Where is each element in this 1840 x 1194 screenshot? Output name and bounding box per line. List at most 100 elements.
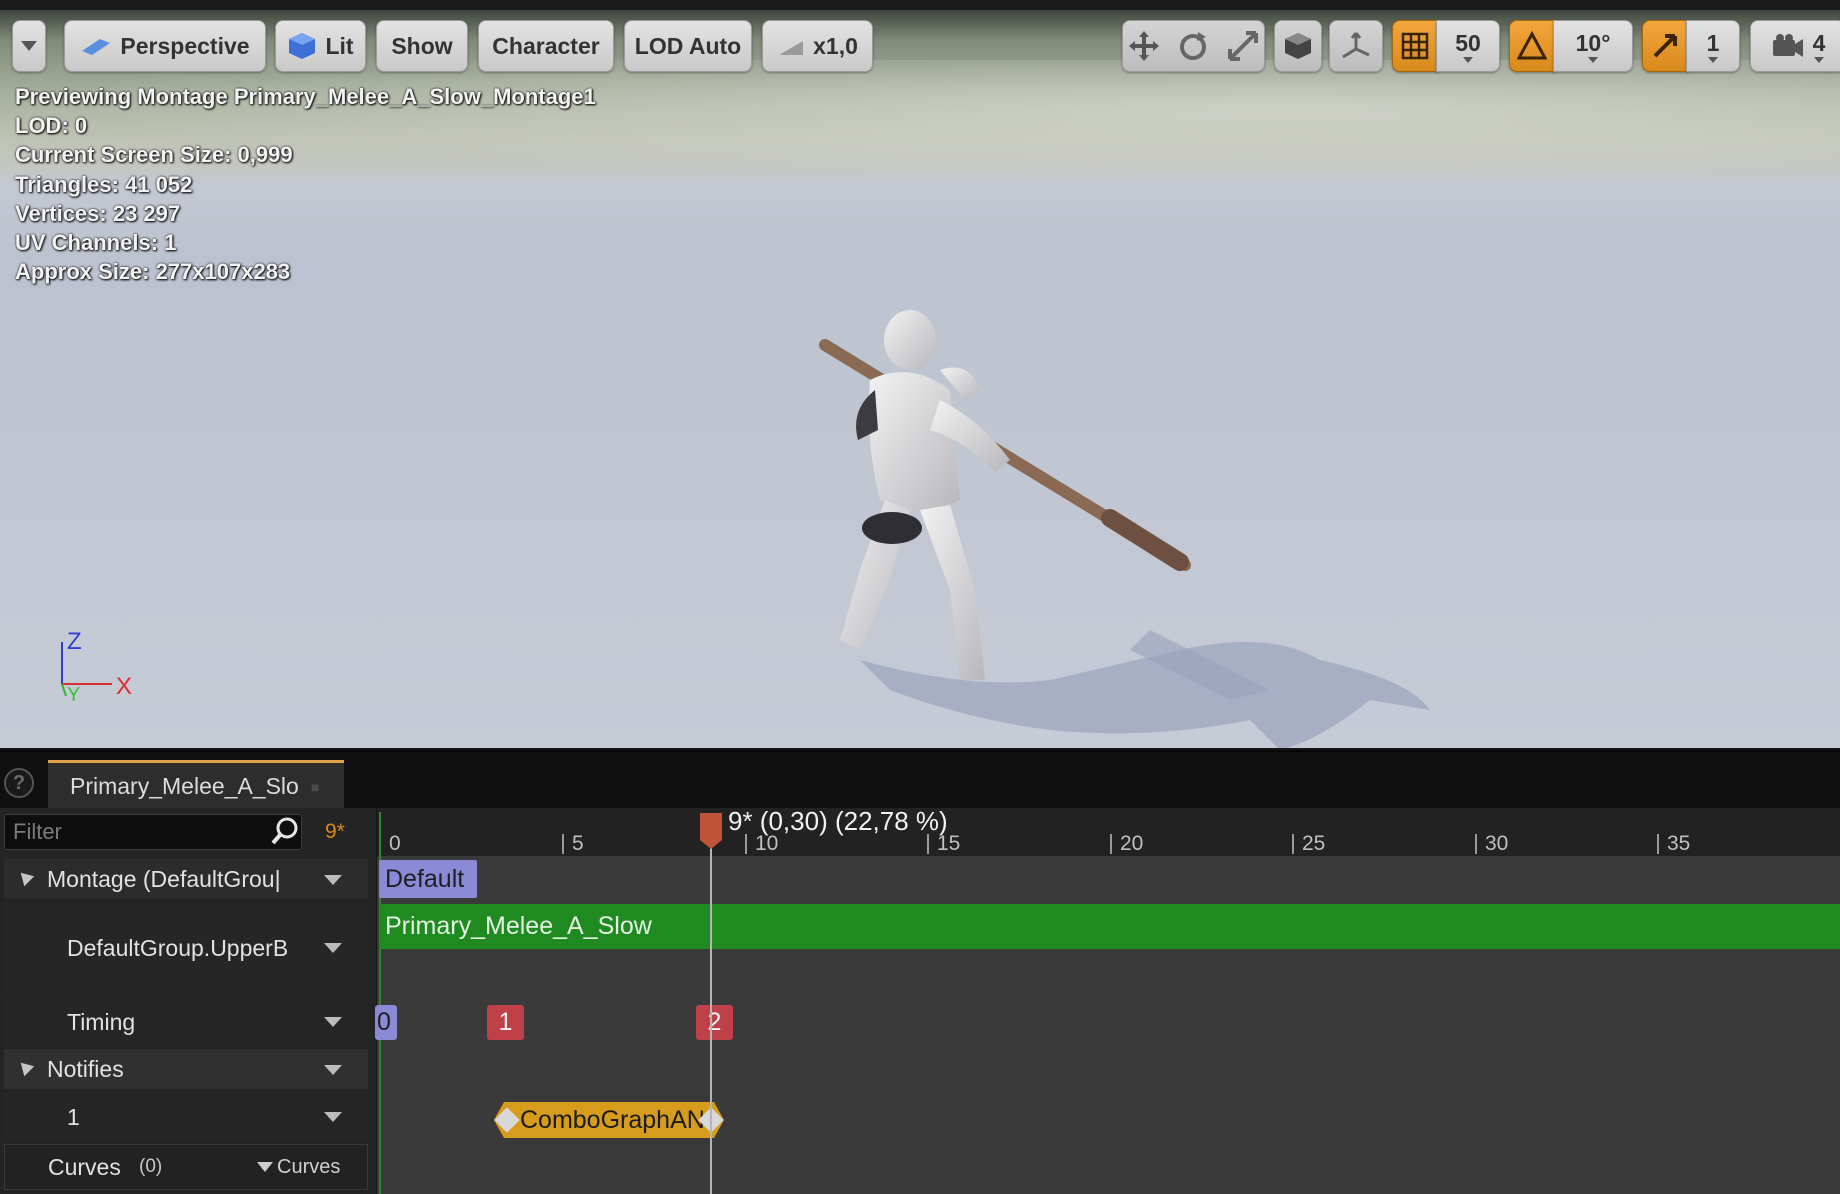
track-curves[interactable]: Curves (0) Curves xyxy=(4,1144,368,1190)
chevron-down-icon xyxy=(1813,56,1824,63)
scale-snap-icon xyxy=(1653,34,1677,58)
track-montage[interactable]: Montage (DefaultGrou| xyxy=(4,859,368,899)
character-label: Character xyxy=(492,32,600,59)
camera-settings-value-wrap: 4 xyxy=(1812,29,1826,63)
track-notify-1[interactable]: 1 xyxy=(4,1093,368,1141)
notify-label: ComboGraphAN xyxy=(520,1106,705,1134)
axis-lines xyxy=(61,642,112,697)
show-label: Show xyxy=(391,32,453,59)
chevron-down-icon xyxy=(1588,56,1598,63)
current-frame-marker: 9* xyxy=(325,820,345,843)
ruler-tick-label: 5 xyxy=(572,832,584,855)
rotation-snap-value-button[interactable]: 10° xyxy=(1553,20,1633,72)
filter-input[interactable]: Filter xyxy=(4,814,302,850)
track-options-dropdown-icon[interactable] xyxy=(324,875,342,885)
timeline-ruler[interactable] xyxy=(377,808,1840,856)
ruler-tick xyxy=(745,834,747,854)
track-options-dropdown-icon[interactable] xyxy=(324,1017,342,1027)
surface-snap-button[interactable] xyxy=(1274,20,1322,72)
axis-y-label: Y xyxy=(67,684,81,706)
translate-icon[interactable] xyxy=(1127,29,1161,63)
curves-button-label: Curves xyxy=(277,1155,341,1178)
show-button[interactable]: Show xyxy=(376,20,468,72)
ruler-tick-label: 25 xyxy=(1302,832,1326,855)
viewport-options-button[interactable] xyxy=(12,20,46,72)
chevron-down-icon xyxy=(21,41,37,51)
lod-button[interactable]: LOD Auto xyxy=(624,20,752,72)
stats-uv-channels: UV Channels: 1 xyxy=(15,230,177,256)
ruler-tick xyxy=(1657,834,1659,854)
track-notifies[interactable]: Notifies xyxy=(4,1049,368,1089)
ruler-tick-label: 20 xyxy=(1120,832,1144,855)
lit-cube-icon xyxy=(289,33,316,59)
playback-speed-label: x1,0 xyxy=(813,32,858,59)
track-slot[interactable]: DefaultGroup.UpperB xyxy=(4,903,368,993)
section-default-chip[interactable]: Default xyxy=(379,860,477,898)
search-icon[interactable] xyxy=(270,816,300,846)
camera-speed-value: 1 xyxy=(1706,29,1720,56)
grid-snap-toggle[interactable] xyxy=(1392,20,1438,72)
viewport-stats-overlay: Previewing Montage Primary_Melee_A_Slow_… xyxy=(15,82,596,286)
speed-icon xyxy=(779,41,804,55)
track-montage-label: Montage (DefaultGrou| xyxy=(47,865,281,892)
viewport-toolbar: Perspective Lit Show Character LOD Auto … xyxy=(12,20,1840,72)
character-button[interactable]: Character xyxy=(478,20,614,72)
track-options-dropdown-icon[interactable] xyxy=(324,943,342,953)
track-options-dropdown-icon[interactable] xyxy=(324,1112,342,1122)
world-axis-icon xyxy=(1342,32,1370,59)
cube-icon xyxy=(1285,33,1311,59)
scale-snap-value: 4 xyxy=(1812,29,1826,56)
stats-screen-size: Current Screen Size: 0,999 xyxy=(15,142,293,168)
grid-snap-value-button[interactable]: 50 xyxy=(1436,20,1500,72)
tab-close-icon[interactable]: ■ xyxy=(311,779,319,795)
transform-tools-group xyxy=(1122,20,1265,72)
scale-snap-toggle[interactable] xyxy=(1642,20,1688,72)
rotation-snap-toggle[interactable] xyxy=(1509,20,1555,72)
stats-previewing: Previewing Montage Primary_Melee_A_Slow_… xyxy=(15,84,596,109)
ruler-tick xyxy=(927,834,929,854)
scale-icon[interactable] xyxy=(1226,29,1260,63)
expand-triangle-icon[interactable] xyxy=(15,867,35,887)
expand-triangle-icon[interactable] xyxy=(15,1057,35,1077)
perspective-button[interactable]: Perspective xyxy=(64,20,266,72)
grid-icon xyxy=(1401,32,1429,60)
montage-tab[interactable]: Primary_Melee_A_Slo ■ xyxy=(48,760,344,810)
perspective-label: Perspective xyxy=(120,32,250,59)
lit-button[interactable]: Lit xyxy=(275,20,366,72)
track-timing-label: Timing xyxy=(67,1008,136,1035)
track-curves-count: (0) xyxy=(139,1156,163,1177)
notify-state-bar[interactable]: ComboGraphAN xyxy=(494,1102,724,1138)
stats-triangles: Triangles: 41 052 xyxy=(15,171,193,197)
playhead-readout: 9* (0,30) (22,78 %) xyxy=(728,806,948,836)
chevron-down-icon xyxy=(257,1162,273,1172)
ruler-tick xyxy=(1475,834,1477,854)
curves-dropdown-button[interactable]: Curves xyxy=(257,1156,340,1179)
camera-speed-button[interactable]: 1 xyxy=(1686,20,1740,72)
angle-icon xyxy=(1517,31,1547,60)
timing-marker-0[interactable]: 0 xyxy=(375,1005,397,1040)
lit-label: Lit xyxy=(325,32,354,59)
viewport[interactable]: Perspective Lit Show Character LOD Auto … xyxy=(0,0,1840,748)
timing-marker-1[interactable]: 1 xyxy=(487,1005,524,1040)
anim-segment-bar[interactable]: Primary_Melee_A_Slow xyxy=(379,904,1840,949)
track-options-dropdown-icon[interactable] xyxy=(324,1065,342,1075)
chevron-down-icon xyxy=(1463,56,1473,63)
track-notifies-label: Notifies xyxy=(47,1055,124,1082)
track-slot-label: DefaultGroup.UpperB xyxy=(67,934,289,961)
timing-marker-2[interactable]: 2 xyxy=(696,1005,733,1040)
playhead-line xyxy=(710,846,712,1194)
playback-speed-button[interactable]: x1,0 xyxy=(762,20,873,72)
rotate-icon[interactable] xyxy=(1176,29,1210,63)
camera-settings-button[interactable]: 4 xyxy=(1750,20,1840,72)
axis-gizmo: Z X Y xyxy=(50,628,150,708)
rotation-snap-value: 10° xyxy=(1575,29,1611,56)
stats-approx-size: Approx Size: 277x107x283 xyxy=(15,259,291,285)
grid-snap-value: 50 xyxy=(1455,29,1481,56)
help-icon[interactable]: ? xyxy=(4,768,34,798)
track-timing[interactable]: Timing xyxy=(4,998,368,1046)
ruler-tick-label: 30 xyxy=(1485,832,1509,855)
viewport-top-border xyxy=(0,0,1840,10)
stats-vertices: Vertices: 23 297 xyxy=(15,200,181,226)
ruler-tick-label: 0 xyxy=(389,832,401,855)
world-local-button[interactable] xyxy=(1329,20,1383,72)
